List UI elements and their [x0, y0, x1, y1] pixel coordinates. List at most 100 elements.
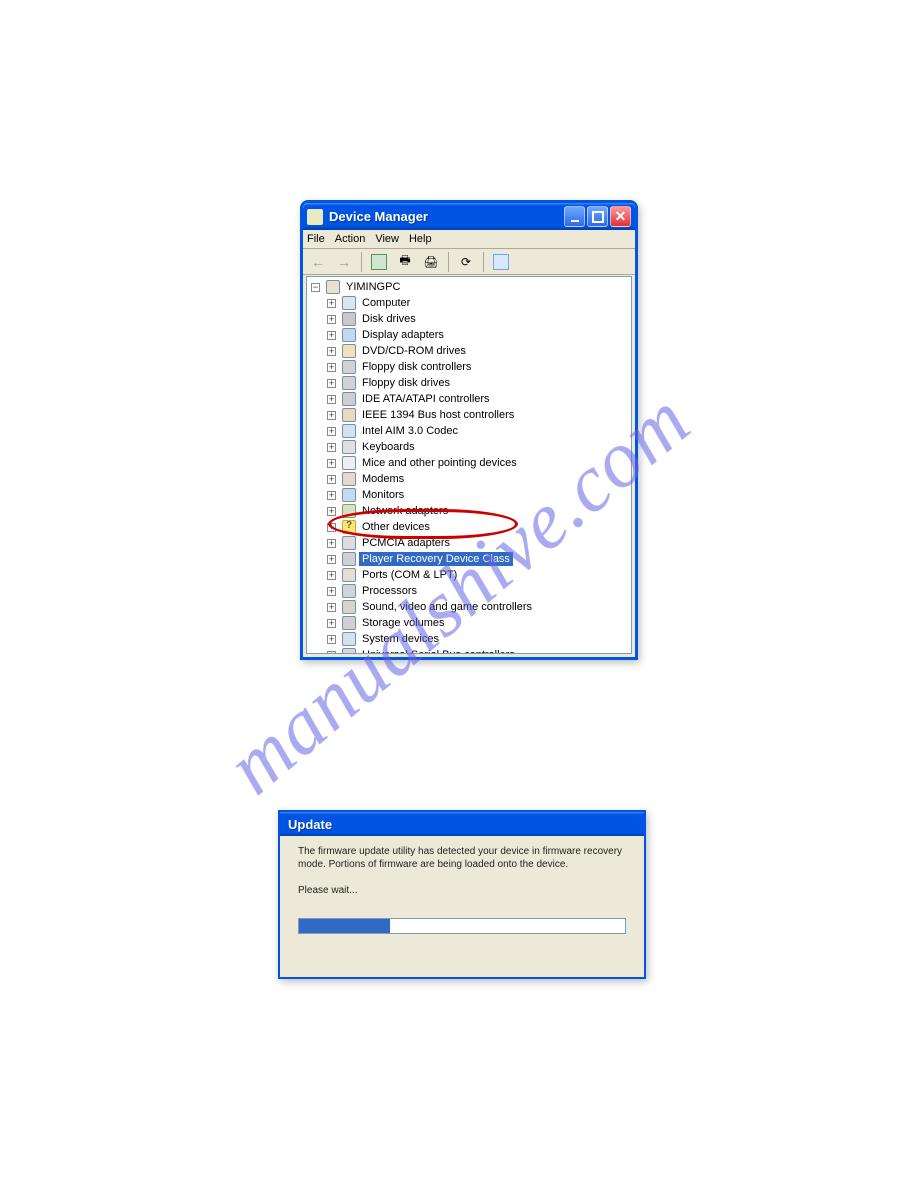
player-icon: [342, 552, 356, 566]
node-label: Floppy disk drives: [359, 376, 453, 390]
codec-icon: [342, 424, 356, 438]
expand-icon[interactable]: +: [327, 587, 336, 596]
node-label: Computer: [359, 296, 413, 310]
menu-help[interactable]: Help: [409, 233, 432, 245]
expand-icon[interactable]: +: [327, 507, 336, 516]
update-body: The firmware update utility has detected…: [280, 836, 644, 948]
expand-icon[interactable]: +: [327, 427, 336, 436]
expand-icon[interactable]: +: [327, 347, 336, 356]
cd-icon: [342, 344, 356, 358]
titlebar[interactable]: Device Manager: [303, 203, 635, 230]
window-controls: [564, 206, 631, 227]
minimize-button[interactable]: [564, 206, 585, 227]
expand-icon[interactable]: +: [327, 315, 336, 324]
expand-icon[interactable]: +: [327, 619, 336, 628]
expand-icon[interactable]: +: [327, 475, 336, 484]
toolbar-separator: [361, 252, 362, 272]
expand-icon[interactable]: +: [327, 411, 336, 420]
device-tree[interactable]: − YIMINGPC + Computer + Disk drives + Display…: [306, 276, 632, 654]
floppy-icon: [342, 376, 356, 390]
node-label: Floppy disk controllers: [359, 360, 474, 374]
tree-node-computer[interactable]: + Computer: [309, 295, 631, 311]
expand-icon[interactable]: +: [327, 603, 336, 612]
tree-node-display-adapters[interactable]: + Display adapters: [309, 327, 631, 343]
menu-view[interactable]: View: [375, 233, 399, 245]
tree-node-storage-volumes[interactable]: + Storage volumes: [309, 615, 631, 631]
disk-icon: [342, 312, 356, 326]
tree-node-dvd-cd-rom-drives[interactable]: +DVD/CD-ROM drives: [309, 343, 631, 359]
display-icon: [342, 328, 356, 342]
close-button[interactable]: [610, 206, 631, 227]
expand-icon[interactable]: +: [327, 635, 336, 644]
node-label: IEEE 1394 Bus host controllers: [359, 408, 517, 422]
tree-node-universal-serial-bus-controllers[interactable]: +Universal Serial Bus controllers: [309, 647, 631, 654]
node-label: PCMCIA adapters: [359, 536, 453, 550]
tree-node-player-recovery-device-class[interactable]: +Player Recovery Device Class: [309, 551, 631, 567]
tree-node-floppy-disk-drives[interactable]: + Floppy disk drives: [309, 375, 631, 391]
expand-icon[interactable]: +: [327, 539, 336, 548]
scan-icon: [493, 254, 509, 270]
expand-icon[interactable]: +: [327, 363, 336, 372]
expand-icon[interactable]: +: [327, 555, 336, 564]
tree-node-processors[interactable]: + Processors: [309, 583, 631, 599]
node-label: Mice and other pointing devices: [359, 456, 520, 470]
node-label: Other devices: [359, 520, 433, 534]
net-icon: [342, 504, 356, 518]
expand-icon[interactable]: +: [327, 331, 336, 340]
tree-node-intel-aim-3-0-codec[interactable]: + Intel AIM 3.0 Codec: [309, 423, 631, 439]
expand-icon[interactable]: +: [327, 571, 336, 580]
print-preview-button[interactable]: 🖨: [420, 251, 442, 273]
expand-icon[interactable]: +: [327, 651, 336, 655]
node-label: Storage volumes: [359, 616, 448, 630]
tree-node-keyboards[interactable]: + Keyboards: [309, 439, 631, 455]
tree-root-node[interactable]: − YIMINGPC: [309, 279, 631, 295]
tree-node-modems[interactable]: +Modems: [309, 471, 631, 487]
tree-node-ports-com-lpt[interactable]: + Ports (COM & LPT): [309, 567, 631, 583]
node-label: Disk drives: [359, 312, 419, 326]
refresh-button[interactable]: ⟳: [455, 251, 477, 273]
expand-icon[interactable]: +: [327, 491, 336, 500]
tree-node-ieee-1394-bus-host-controllers[interactable]: + IEEE 1394 Bus host controllers: [309, 407, 631, 423]
nav-forward-button[interactable]: →: [333, 251, 355, 273]
node-label: Intel AIM 3.0 Codec: [359, 424, 461, 438]
tree-node-sound-video-and-game-controllers[interactable]: +Sound, video and game controllers: [309, 599, 631, 615]
pcmcia-icon: [342, 536, 356, 550]
tree-node-ide-ata-atapi-controllers[interactable]: +IDE ATA/ATAPI controllers: [309, 391, 631, 407]
expand-icon[interactable]: +: [327, 523, 336, 532]
scan-hardware-button[interactable]: [490, 251, 512, 273]
ide-icon: [342, 392, 356, 406]
collapse-icon[interactable]: −: [311, 283, 320, 292]
menu-action[interactable]: Action: [335, 233, 366, 245]
maximize-button[interactable]: [587, 206, 608, 227]
node-label: Display adapters: [359, 328, 447, 342]
tree-node-disk-drives[interactable]: + Disk drives: [309, 311, 631, 327]
ports-icon: [342, 568, 356, 582]
tree-node-pcmcia-adapters[interactable]: + PCMCIA adapters: [309, 535, 631, 551]
update-titlebar[interactable]: Update: [280, 812, 644, 836]
nav-back-button[interactable]: ←: [307, 251, 329, 273]
expand-icon[interactable]: +: [327, 459, 336, 468]
1394-icon: [342, 408, 356, 422]
expand-icon[interactable]: +: [327, 379, 336, 388]
expand-icon[interactable]: +: [327, 299, 336, 308]
node-label: Keyboards: [359, 440, 418, 454]
modem-icon: [342, 472, 356, 486]
menu-file[interactable]: File: [307, 233, 325, 245]
floppy-icon: [342, 360, 356, 374]
kb-icon: [342, 440, 356, 454]
update-message: The firmware update utility has detected…: [298, 846, 626, 871]
node-label: Processors: [359, 584, 420, 598]
tree-node-floppy-disk-controllers[interactable]: + Floppy disk controllers: [309, 359, 631, 375]
storage-icon: [342, 616, 356, 630]
properties-button[interactable]: [368, 251, 390, 273]
tree-node-system-devices[interactable]: +System devices: [309, 631, 631, 647]
tree-node-network-adapters[interactable]: +Network adapters: [309, 503, 631, 519]
print-button[interactable]: 🖶: [394, 251, 416, 273]
tree-node-mice-and-other-pointing-devices[interactable]: + Mice and other pointing devices: [309, 455, 631, 471]
toolbar-separator: [448, 252, 449, 272]
tree-node-other-devices[interactable]: + Other devices: [309, 519, 631, 535]
expand-icon[interactable]: +: [327, 443, 336, 452]
node-label: Ports (COM & LPT): [359, 568, 460, 582]
tree-node-monitors[interactable]: +Monitors: [309, 487, 631, 503]
expand-icon[interactable]: +: [327, 395, 336, 404]
